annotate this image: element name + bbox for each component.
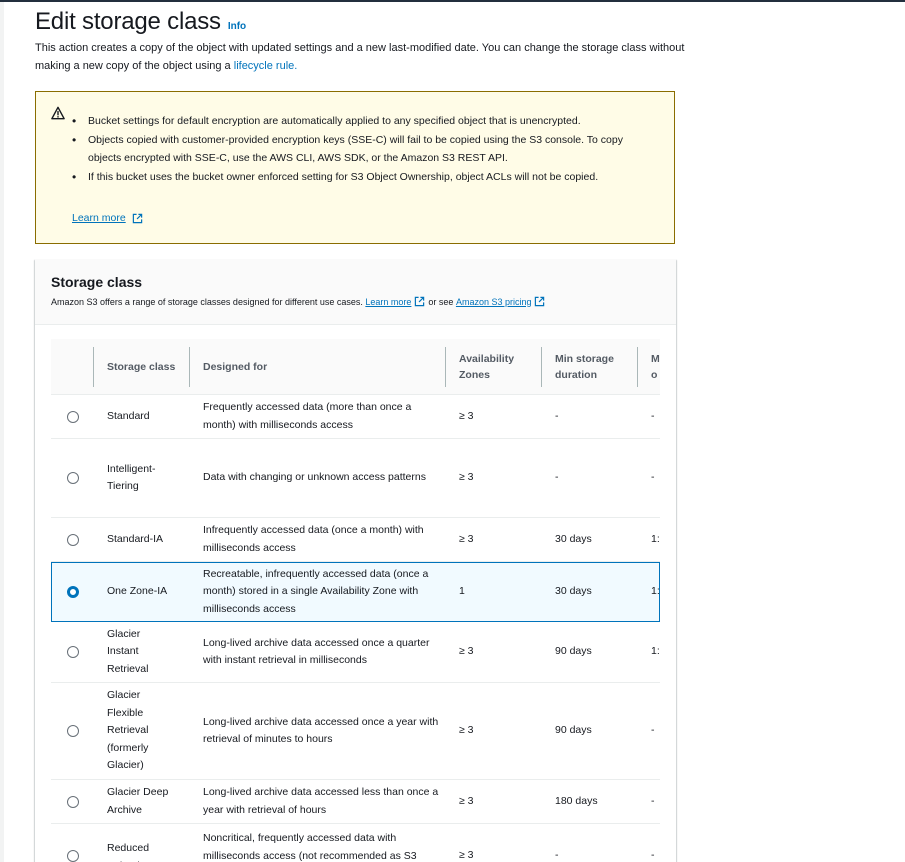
- table-header: Storage class Designed for Availability …: [51, 339, 660, 395]
- storage-class-title: Storage class: [51, 274, 143, 290]
- alert-item-sse-c: Objects copied with customer-provided en…: [72, 131, 652, 167]
- table-row[interactable]: Intelligent-Tiering Data with changing o…: [51, 439, 660, 518]
- cell-availability-zones: ≥ 3: [459, 724, 474, 737]
- cell-truncated: 1:: [651, 645, 660, 658]
- cell-min-storage-duration: 30 days: [555, 532, 592, 545]
- storage-class-subtitle-text: Amazon S3 offers a range of storage clas…: [51, 296, 363, 307]
- cell-truncated: -: [651, 794, 655, 807]
- cell-storage-class: Glacier Flexible Retrieval (formerly Gla…: [107, 689, 149, 772]
- column-header-storage-class[interactable]: Storage class: [107, 339, 192, 395]
- cell-designed-for: Long-lived archive data accessed less th…: [203, 786, 439, 816]
- cell-availability-zones: ≥ 3: [459, 532, 474, 545]
- description-text: This action creates a copy of the object…: [35, 42, 685, 72]
- table-row[interactable]: Reduced redundancy Noncritical, frequent…: [51, 824, 660, 862]
- cell-storage-class: Standard-IA: [107, 532, 164, 545]
- alert-item-encryption: Bucket settings for default encryption a…: [72, 112, 652, 130]
- cell-designed-for: Infrequently accessed data (once a month…: [203, 524, 424, 554]
- column-header-min-storage-duration[interactable]: Min storage duration: [555, 339, 627, 395]
- storage-class-panel: Storage class Amazon S3 offers a range o…: [35, 259, 676, 862]
- alert-list: Bucket settings for default encryption a…: [72, 112, 652, 187]
- table-row[interactable]: Glacier Deep Archive Long-lived archive …: [51, 780, 660, 824]
- column-separator: [93, 347, 94, 387]
- cell-storage-class: Glacier Deep Archive: [107, 786, 169, 816]
- column-separator: [541, 347, 542, 387]
- cell-designed-for: Long-lived archive data accessed once a …: [203, 636, 430, 667]
- page: Edit storage class Info This action crea…: [4, 2, 905, 862]
- cell-storage-class: Intelligent-Tiering: [107, 462, 156, 493]
- page-title: Edit storage class: [35, 8, 221, 35]
- radio-reduced-redundancy[interactable]: [67, 850, 79, 862]
- radio-one-zone-ia[interactable]: [67, 586, 79, 598]
- table-row[interactable]: Standard-IA Infrequently accessed data (…: [51, 518, 660, 562]
- cell-availability-zones: ≥ 3: [459, 645, 474, 658]
- cell-storage-class: Reduced redundancy: [107, 842, 162, 862]
- warning-icon: [51, 106, 65, 120]
- radio-glacier-flexible-retrieval[interactable]: [67, 725, 79, 737]
- alert-learn-more-link[interactable]: Learn more: [72, 212, 146, 224]
- cell-storage-class: Glacier Instant Retrieval: [107, 627, 149, 675]
- page-description: This action creates a copy of the object…: [35, 39, 685, 75]
- radio-glacier-deep-archive[interactable]: [67, 796, 79, 808]
- cell-designed-for: Long-lived archive data accessed once a …: [203, 715, 439, 746]
- cell-truncated: 1:: [651, 585, 660, 598]
- radio-glacier-instant-retrieval[interactable]: [67, 646, 79, 658]
- alert-item-object-ownership: If this bucket uses the bucket owner enf…: [72, 168, 652, 186]
- radio-standard[interactable]: [67, 411, 79, 423]
- cell-designed-for: Data with changing or unknown access pat…: [203, 471, 426, 484]
- cell-availability-zones: ≥ 3: [459, 794, 474, 807]
- cell-min-storage-duration: 90 days: [555, 724, 592, 737]
- cell-designed-for: Frequently accessed data (more than once…: [203, 401, 412, 431]
- cell-truncated: -: [651, 724, 655, 737]
- external-link-icon: [132, 213, 142, 223]
- cell-truncated: 1:: [651, 532, 660, 545]
- storage-class-panel-header: Storage class Amazon S3 offers a range o…: [35, 259, 676, 325]
- radio-intelligent-tiering[interactable]: [67, 472, 79, 484]
- cell-min-storage-duration: 180 days: [555, 794, 598, 807]
- cell-min-storage-duration: 30 days: [555, 585, 592, 598]
- cell-availability-zones: 1: [459, 585, 465, 598]
- external-link-icon: [535, 296, 545, 307]
- cell-storage-class: Standard: [107, 409, 150, 422]
- cell-designed-for: Recreatable, infrequently accessed data …: [203, 567, 429, 615]
- radio-standard-ia[interactable]: [67, 534, 79, 546]
- warning-alert: Bucket settings for default encryption a…: [35, 91, 675, 244]
- table-row[interactable]: Standard Frequently accessed data (more …: [51, 395, 660, 439]
- external-link-icon: [415, 296, 425, 307]
- cell-truncated: -: [651, 471, 655, 484]
- cell-availability-zones: ≥ 3: [459, 471, 474, 484]
- cell-min-storage-duration: -: [555, 849, 559, 861]
- column-separator: [189, 347, 190, 387]
- column-header-designed-for[interactable]: Designed for: [203, 339, 433, 395]
- cell-min-storage-duration: -: [555, 471, 559, 484]
- or-see-text: or see: [428, 296, 454, 307]
- cell-designed-for: Noncritical, frequently accessed data wi…: [203, 832, 417, 862]
- lifecycle-rule-link[interactable]: lifecycle rule.: [234, 60, 298, 72]
- cell-min-storage-duration: -: [555, 409, 559, 422]
- alert-learn-more-label: Learn more: [72, 212, 126, 224]
- column-header-truncated[interactable]: M o: [651, 339, 660, 395]
- page-header: Edit storage class Info: [35, 8, 246, 36]
- column-separator: [637, 347, 638, 387]
- column-separator: [445, 347, 446, 387]
- cell-availability-zones: ≥ 3: [459, 849, 474, 861]
- storage-class-table: Storage class Designed for Availability …: [51, 339, 660, 862]
- s3-pricing-link[interactable]: Amazon S3 pricing: [456, 297, 532, 307]
- cell-availability-zones: ≥ 3: [459, 409, 474, 422]
- cell-min-storage-duration: 90 days: [555, 645, 592, 658]
- cell-truncated: -: [651, 409, 655, 422]
- cell-storage-class: One Zone-IA: [107, 585, 168, 598]
- column-header-availability-zones[interactable]: Availability Zones: [459, 339, 531, 395]
- table-row[interactable]: Glacier Instant Retrieval Long-lived arc…: [51, 622, 660, 683]
- storage-class-subtitle: Amazon S3 offers a range of storage clas…: [51, 296, 548, 307]
- info-link[interactable]: Info: [228, 21, 246, 32]
- storage-class-learn-more-link[interactable]: Learn more: [365, 297, 411, 307]
- table-row-selected[interactable]: One Zone-IA Recreatable, infrequently ac…: [51, 562, 660, 622]
- cell-truncated: -: [651, 849, 655, 861]
- table-row[interactable]: Glacier Flexible Retrieval (formerly Gla…: [51, 683, 660, 780]
